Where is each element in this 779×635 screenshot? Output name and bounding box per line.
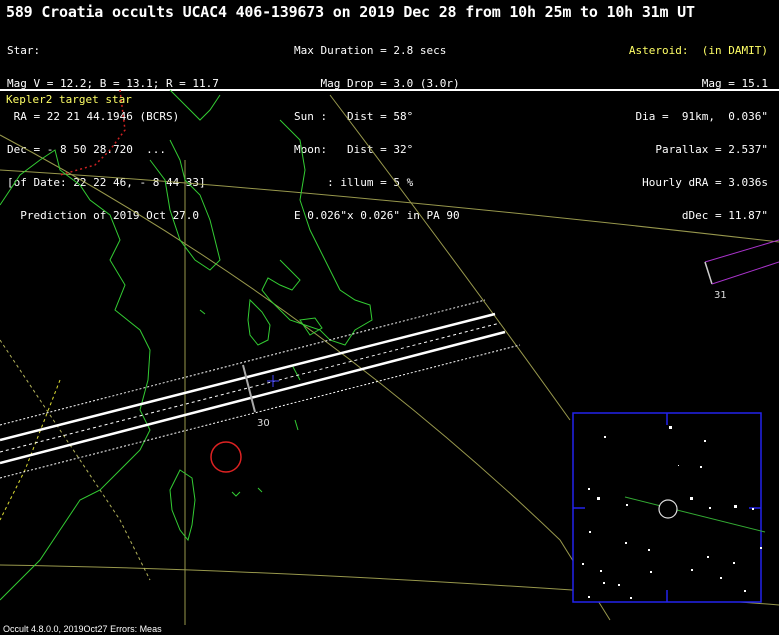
red-circle-icon: [210, 441, 242, 473]
path-limit-south: [0, 330, 506, 465]
path-centre-line: [0, 322, 501, 453]
time-label-31: 31: [714, 290, 727, 301]
coastline-okinawa-2: [294, 419, 299, 431]
time-label-30: 30: [257, 418, 270, 429]
coastline-island: [231, 491, 241, 497]
coastline-taiwan: [169, 469, 196, 542]
asteroid-circle-icon: [658, 499, 678, 519]
kepler-target-label: Kepler2 target star: [6, 93, 132, 106]
occultation-path: [0, 299, 521, 479]
graticule-line: [0, 134, 611, 621]
coastline-kyushu: [247, 298, 271, 346]
coastline-japan: [261, 119, 373, 346]
path-outer-limit-north: [0, 299, 486, 426]
coastlines: [0, 89, 373, 601]
coastline-mainland: [0, 149, 151, 601]
graticule-line: [329, 94, 571, 421]
footer-version: Occult 4.8.0.0, 2019Oct27 Errors: Meas: [3, 624, 162, 634]
plus-marker-icon: [267, 375, 279, 387]
coastline-okinawa-1: [291, 364, 301, 381]
dashed-graticule: [0, 339, 151, 581]
coastline-japan-north: [169, 89, 221, 121]
coastline-island: [199, 309, 206, 315]
path-outer-limit-south: [0, 344, 521, 479]
path-limit-north: [0, 312, 496, 442]
side-path: [704, 239, 779, 285]
inset-star-field: [572, 412, 766, 603]
coastline-island: [257, 487, 263, 493]
